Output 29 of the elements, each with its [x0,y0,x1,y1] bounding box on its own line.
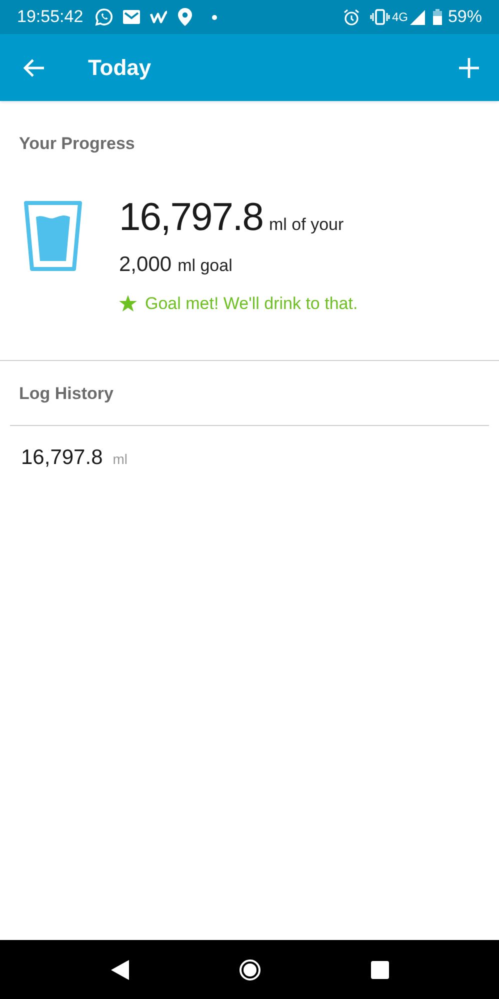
notification-dot-icon [212,14,218,20]
log-unit: ml [112,450,128,468]
water-amount: 16,797.8 [119,194,264,240]
screen-title: Today [88,54,152,82]
location-pin-icon [178,8,192,26]
battery-percentage: 59% [448,6,482,28]
home-nav-icon[interactable] [238,958,260,980]
section-heading: Log History [19,383,114,405]
chat-icon [95,8,114,26]
log-amount: 16,797.8 [21,444,103,470]
vibrate-icon [370,9,390,25]
amount-suffix: ml of your [269,214,344,236]
recents-nav-icon[interactable] [370,960,388,978]
status-time: 19:55:42 [17,6,84,28]
battery-icon [432,9,442,25]
plus-icon [459,58,479,78]
goal-amount: 2,000 [119,252,172,278]
goal-suffix: ml goal [178,255,232,277]
signal-icon [410,10,425,24]
section-heading: Your Progress [19,133,136,155]
back-nav-icon[interactable] [110,960,128,980]
network-type: 4G [392,9,408,26]
mail-icon [123,10,140,24]
alarm-icon [342,8,360,26]
goal-met-message: Goal met! We'll drink to that. [145,292,358,314]
add-button[interactable] [457,56,481,80]
w-letter-icon [150,10,168,24]
water-glass-icon [24,200,82,270]
back-arrow-icon [23,58,45,78]
